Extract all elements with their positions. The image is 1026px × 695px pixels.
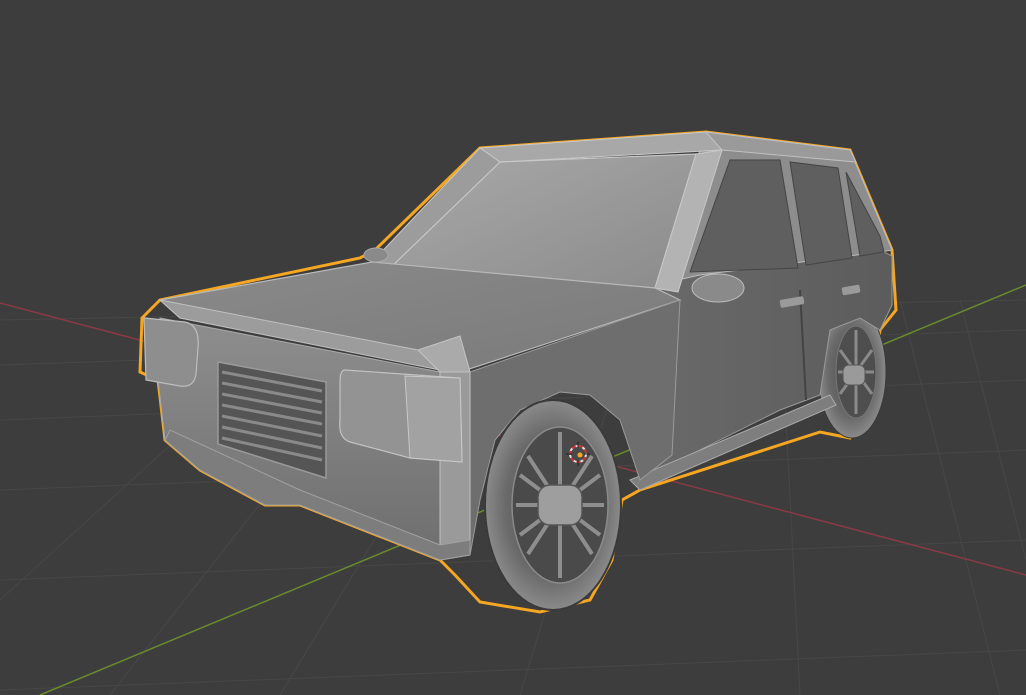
front-wheel-hub [537,484,583,526]
object-origin-dot [577,452,583,458]
car-object[interactable] [138,130,898,614]
side-mirror [691,273,745,303]
headlight-left [143,317,199,387]
headlight-right-bevel [404,375,463,463]
viewport-canvas[interactable] [0,0,1026,695]
side-mirror-left [363,247,389,263]
rear-wheel-hub [842,364,866,386]
3d-viewport[interactable] [0,0,1026,695]
